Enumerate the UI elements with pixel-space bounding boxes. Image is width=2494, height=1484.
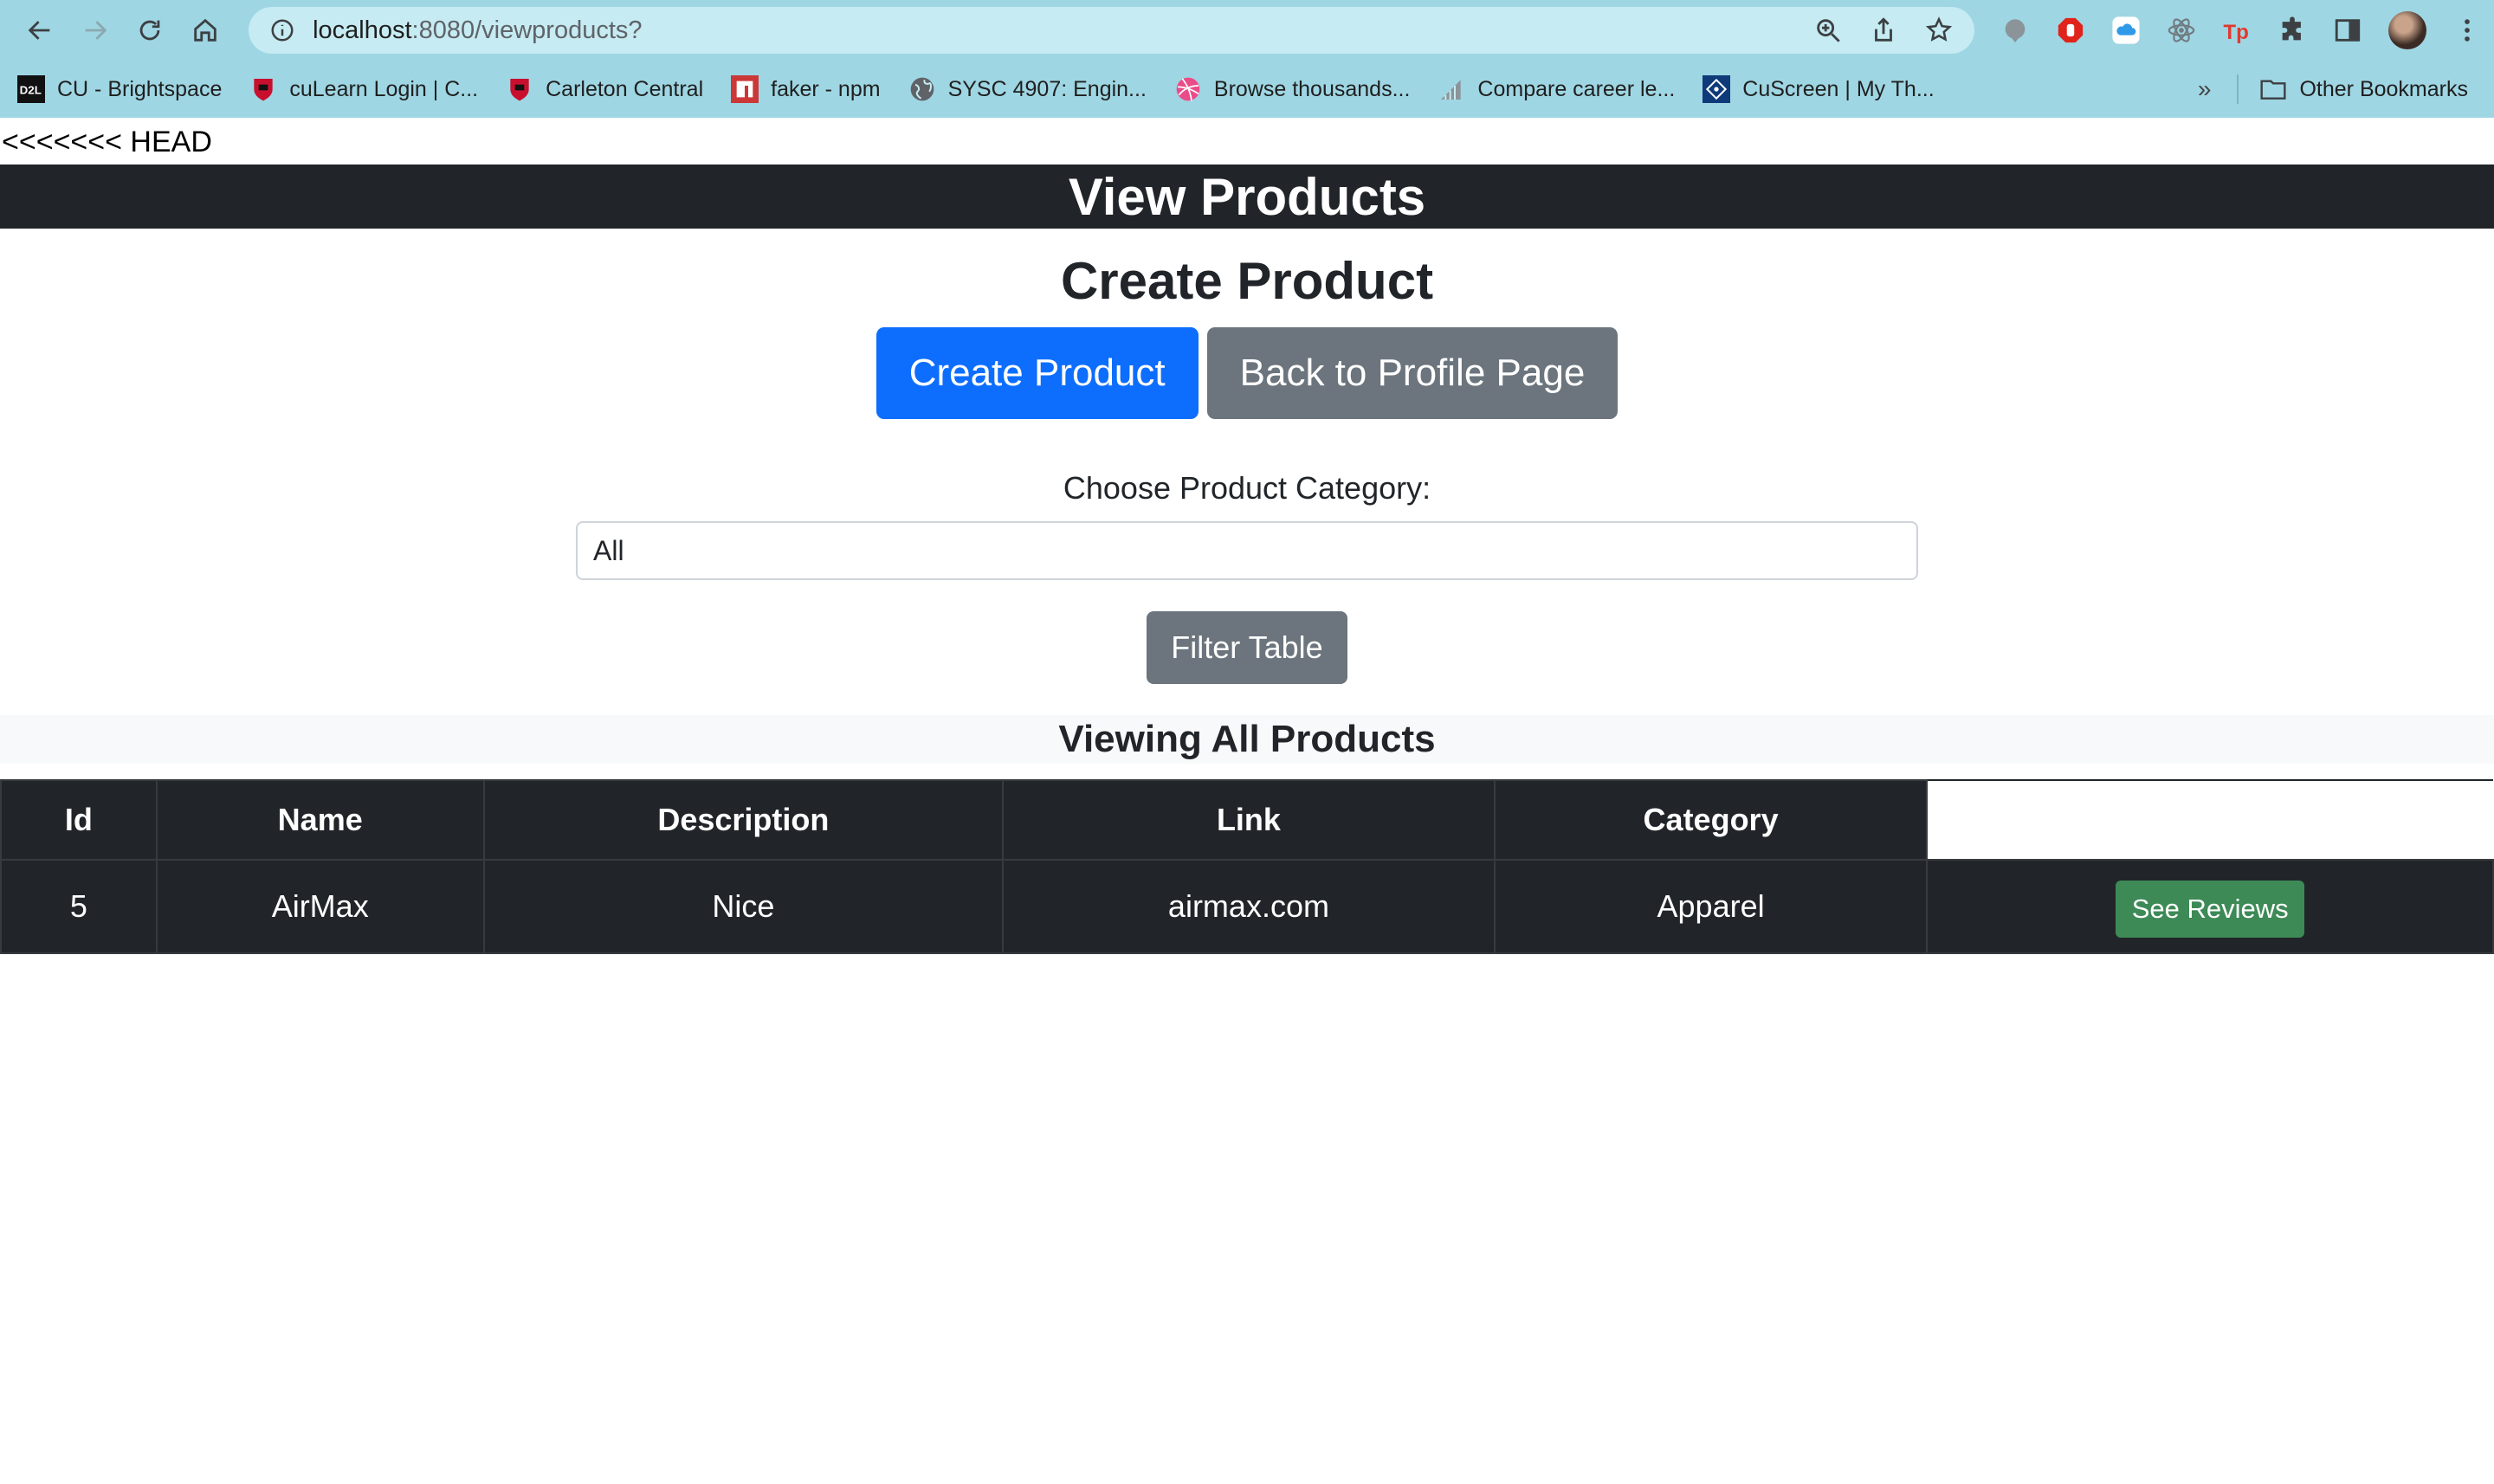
column-header-category: Category bbox=[1493, 779, 1929, 861]
svg-text:D2L: D2L bbox=[20, 83, 42, 96]
bookmark-item[interactable]: faker - npm bbox=[731, 75, 881, 103]
url-path: :8080/viewproducts? bbox=[411, 16, 643, 44]
bookmark-item[interactable]: Carleton Central bbox=[506, 75, 703, 103]
bookmark-item[interactable]: cuLearn Login | C... bbox=[249, 75, 478, 103]
bookmark-label: Browse thousands... bbox=[1213, 76, 1411, 101]
bookmark-label: cuLearn Login | C... bbox=[289, 76, 479, 101]
react-devtools-icon[interactable] bbox=[2167, 16, 2196, 45]
create-product-button[interactable]: Create Product bbox=[875, 327, 1199, 419]
bookmark-item[interactable]: CuScreen | My Th... bbox=[1703, 75, 1935, 103]
folder-icon bbox=[2259, 75, 2287, 103]
cloud-icon[interactable] bbox=[2111, 16, 2141, 45]
bookmark-label: Compare career le... bbox=[1477, 76, 1676, 101]
column-header-link: Link bbox=[1002, 779, 1496, 861]
back-icon[interactable] bbox=[12, 3, 68, 58]
bookmark-item[interactable]: Compare career le... bbox=[1438, 75, 1675, 103]
bookmark-item[interactable]: SYSC 4907: Engin... bbox=[908, 75, 1147, 103]
bookmark-label: CuScreen | My Th... bbox=[1742, 76, 1935, 101]
svg-text:Tp: Tp bbox=[2223, 21, 2248, 44]
extension-gray-icon[interactable] bbox=[2000, 16, 2030, 45]
merge-conflict-marker: <<<<<<< HEAD bbox=[2, 126, 212, 158]
menu-kebab-icon[interactable] bbox=[2452, 16, 2482, 45]
site-info-icon[interactable] bbox=[269, 17, 295, 43]
bookmark-label: faker - npm bbox=[771, 76, 881, 101]
more-bookmarks-chevron[interactable]: » bbox=[2198, 75, 2212, 103]
viewing-heading: Viewing All Products bbox=[0, 715, 2494, 764]
bookmark-item[interactable]: D2L CU - Brightspace bbox=[17, 75, 222, 103]
column-header-name: Name bbox=[155, 779, 485, 861]
bookmarks-bar: D2L CU - Brightspace cuLearn Login | C..… bbox=[0, 61, 2494, 118]
cuscreen-icon bbox=[1703, 75, 1731, 103]
table-header-row: Id Name Description Link Category bbox=[0, 779, 2493, 861]
bookmark-item[interactable]: Browse thousands... bbox=[1174, 75, 1411, 103]
carleton-icon bbox=[506, 75, 533, 103]
create-product-heading: Create Product bbox=[1060, 252, 1434, 310]
tp-extension-icon[interactable]: Tp bbox=[2222, 16, 2252, 45]
cell-name: AirMax bbox=[155, 859, 485, 954]
npm-icon bbox=[731, 75, 759, 103]
table-row: 5 AirMax Nice airmax.com Apparel See Rev… bbox=[0, 859, 2494, 954]
zoom-icon[interactable] bbox=[1813, 16, 1843, 45]
category-selected-value: All bbox=[593, 534, 624, 566]
page-title-banner: View Products bbox=[0, 165, 2494, 229]
cell-link: airmax.com bbox=[1002, 859, 1496, 954]
browser-chrome: localhost:8080/viewproducts? Tp D2L CU -… bbox=[0, 0, 2494, 118]
extensions-area: Tp bbox=[2000, 11, 2482, 49]
filter-table-button[interactable]: Filter Table bbox=[1147, 611, 1347, 684]
bookmark-label: SYSC 4907: Engin... bbox=[947, 76, 1147, 101]
column-header-id: Id bbox=[0, 779, 158, 861]
cell-description: Nice bbox=[482, 859, 1005, 954]
action-buttons: Create Product Back to Profile Page bbox=[0, 327, 2494, 419]
forward-icon[interactable] bbox=[68, 3, 123, 58]
products-table: Id Name Description Link Category 5 AirM… bbox=[0, 779, 2494, 954]
adblock-icon[interactable] bbox=[2056, 16, 2085, 45]
category-label: Choose Product Category: bbox=[1063, 470, 1431, 506]
bookmark-star-icon[interactable] bbox=[1924, 16, 1954, 45]
side-panel-icon[interactable] bbox=[2333, 16, 2362, 45]
cell-id: 5 bbox=[0, 859, 158, 954]
url-text: localhost:8080/viewproducts? bbox=[313, 16, 1813, 45]
bookmark-label: Carleton Central bbox=[546, 76, 704, 101]
cell-actions: See Reviews bbox=[1926, 859, 2494, 954]
other-bookmarks-label: Other Bookmarks bbox=[2299, 76, 2468, 101]
back-to-profile-button[interactable]: Back to Profile Page bbox=[1206, 327, 1619, 419]
dribbble-icon bbox=[1174, 75, 1202, 103]
category-select[interactable]: All bbox=[576, 521, 1918, 580]
share-icon[interactable] bbox=[1869, 16, 1898, 45]
column-header-description: Description bbox=[482, 779, 1005, 861]
url-host: localhost bbox=[313, 16, 412, 44]
reload-icon[interactable] bbox=[123, 3, 178, 58]
profile-avatar[interactable] bbox=[2387, 11, 2426, 49]
column-header-actions bbox=[1927, 779, 2493, 860]
d2l-icon: D2L bbox=[17, 75, 45, 103]
carleton-icon bbox=[249, 75, 277, 103]
extensions-puzzle-icon[interactable] bbox=[2278, 16, 2307, 45]
other-bookmarks[interactable]: Other Bookmarks bbox=[2259, 75, 2468, 103]
chart-icon bbox=[1438, 75, 1465, 103]
cell-category: Apparel bbox=[1493, 859, 1929, 954]
address-bar[interactable]: localhost:8080/viewproducts? bbox=[249, 7, 1974, 54]
home-icon[interactable] bbox=[178, 3, 233, 58]
bookmark-label: CU - Brightspace bbox=[57, 76, 223, 101]
globe-icon bbox=[908, 75, 936, 103]
see-reviews-button[interactable]: See Reviews bbox=[2116, 881, 2305, 938]
bookmarks-divider bbox=[2237, 74, 2239, 104]
browser-toolbar: localhost:8080/viewproducts? Tp bbox=[0, 0, 2494, 61]
